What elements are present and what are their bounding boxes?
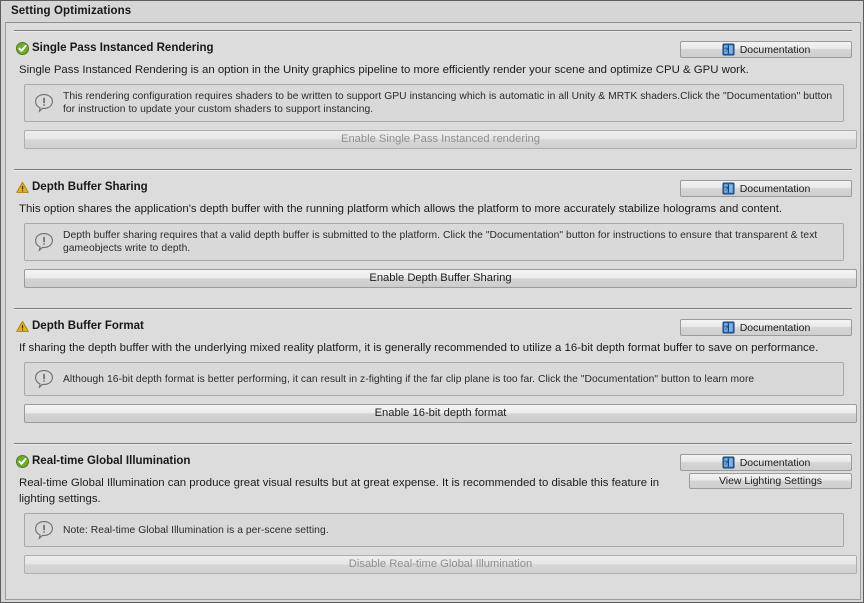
svg-text:?: ? [724,325,728,332]
section-header-row: Depth Buffer Format ? Documentation [16,319,852,336]
optimizations-panel: Single Pass Instanced Rendering ? Docume… [5,22,861,600]
svg-text:?: ? [724,460,728,467]
help-box-text: This rendering configuration requires sh… [63,91,833,115]
documentation-button[interactable]: ? Documentation [680,180,852,197]
action-button[interactable]: Enable 16-bit depth format [24,404,857,423]
info-exclamation-icon [34,232,54,252]
info-exclamation-icon [34,520,54,540]
setting-optimizations-window: Setting Optimizations Single Pass Instan… [0,0,864,603]
green-check-icon [16,455,29,468]
help-box: Depth buffer sharing requires that a val… [24,223,844,261]
help-box: Although 16-bit depth format is better p… [24,362,844,396]
window-title-bar: Setting Optimizations [1,1,863,22]
section-divider [14,308,852,310]
action-button[interactable]: Disable Real-time Global Illumination [24,555,857,574]
help-box-text: Note: Real-time Global Illumination is a… [63,524,329,536]
section-header-row: Single Pass Instanced Rendering ? Docume… [16,41,852,58]
section-title: Real-time Global Illumination [16,454,190,469]
section-title: Single Pass Instanced Rendering [16,41,214,56]
blue-book-question-icon: ? [722,182,735,195]
action-button[interactable]: Enable Depth Buffer Sharing [24,269,857,288]
blue-book-question-icon: ? [722,43,735,56]
section-header-row: Depth Buffer Sharing ? Documentation [16,180,852,197]
section-real-time-global-illumination: Real-time Global Illumination ? Document… [6,454,860,587]
info-exclamation-icon [34,93,54,113]
documentation-button[interactable]: ? Documentation [680,319,852,336]
section-title-label: Single Pass Instanced Rendering [32,42,214,54]
view-lighting-settings-button[interactable]: View Lighting Settings [689,473,852,489]
page-title: Setting Optimizations [11,5,132,17]
blue-book-question-icon: ? [722,321,735,334]
green-check-icon [16,42,29,55]
section-single-pass-instanced-rendering: Single Pass Instanced Rendering ? Docume… [6,41,860,162]
yellow-warning-icon [16,181,29,194]
section-description: Real-time Global Illumination can produc… [19,477,660,505]
section-title-label: Depth Buffer Sharing [32,181,148,193]
section-title-label: Real-time Global Illumination [32,455,191,467]
help-box: Note: Real-time Global Illumination is a… [24,513,844,547]
documentation-button-label: Documentation [739,43,811,56]
svg-text:?: ? [724,186,728,193]
section-title: Depth Buffer Sharing [16,180,148,195]
section-divider [14,443,852,445]
action-button[interactable]: Enable Single Pass Instanced rendering [24,130,857,149]
documentation-button[interactable]: ? Documentation [680,41,852,58]
documentation-button-label: Documentation [739,456,811,469]
svg-text:?: ? [724,47,728,54]
section-divider [14,30,852,32]
section-title-label: Depth Buffer Format [32,320,144,332]
documentation-button[interactable]: ? Documentation [680,454,852,471]
info-exclamation-icon [34,369,54,389]
yellow-warning-icon [16,320,29,333]
documentation-button-label: Documentation [739,321,811,334]
section-title: Depth Buffer Format [16,319,144,334]
help-box-text: Depth buffer sharing requires that a val… [63,230,818,254]
blue-book-question-icon: ? [722,456,735,469]
section-description: This option shares the application's dep… [19,203,783,215]
documentation-button-label: Documentation [739,182,811,195]
section-header-row: Real-time Global Illumination ? Document… [16,454,852,489]
help-box-text: Although 16-bit depth format is better p… [63,373,755,385]
section-depth-buffer-format: Depth Buffer Format ? Documentation If s… [6,319,860,436]
section-depth-buffer-sharing: Depth Buffer Sharing ? Documentation Thi… [6,180,860,301]
help-box: This rendering configuration requires sh… [24,84,844,122]
section-description: Single Pass Instanced Rendering is an op… [19,64,749,76]
section-divider [14,169,852,171]
section-description: If sharing the depth buffer with the und… [19,342,819,354]
